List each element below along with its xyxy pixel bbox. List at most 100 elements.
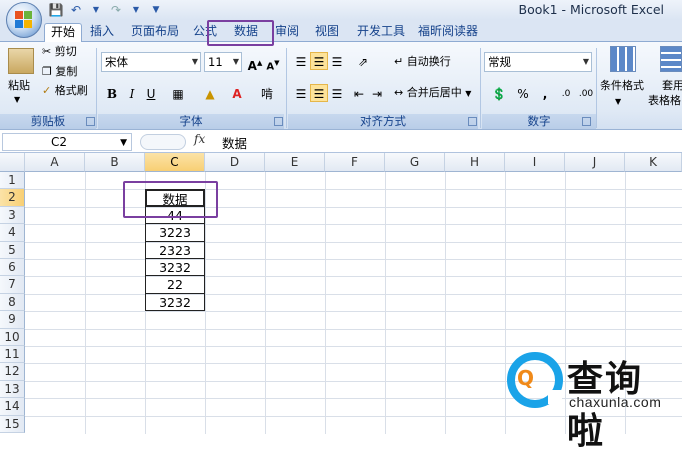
undo-icon[interactable]: ↶ — [68, 2, 84, 18]
row-header[interactable]: 11 — [0, 346, 25, 364]
font-color-icon[interactable]: A — [226, 84, 248, 102]
grow-font-button[interactable]: A▲ — [246, 53, 264, 73]
cell-c8[interactable]: 3232 — [145, 293, 205, 312]
orientation-icon[interactable]: ⇗ — [350, 52, 376, 70]
align-center-icon[interactable]: ☰ — [310, 84, 328, 102]
row-header[interactable]: 6 — [0, 259, 25, 277]
row-header[interactable]: 12 — [0, 363, 25, 381]
conditional-format-button[interactable]: 条件格式 — [600, 78, 644, 94]
tab-review[interactable]: 审阅 — [272, 23, 302, 42]
tab-home[interactable]: 开始 — [44, 23, 82, 43]
row-header[interactable]: 7 — [0, 276, 25, 294]
align-right-icon[interactable]: ☰ — [328, 84, 346, 102]
row-header[interactable]: 15 — [0, 415, 25, 433]
merge-center-label: 合并后居中 — [406, 86, 462, 99]
row-header[interactable]: 5 — [0, 241, 25, 259]
cell-c4[interactable]: 3223 — [145, 224, 205, 242]
number-format-select[interactable]: 常规 ▼ — [484, 52, 592, 72]
formula-cancel-area[interactable] — [140, 134, 186, 150]
decrease-indent-icon[interactable]: ⇤ — [350, 84, 368, 102]
font-size-select[interactable]: 11 ▼ — [204, 52, 242, 72]
wrap-text-button[interactable]: ↵ 自动换行 — [394, 54, 451, 70]
table-format-label-2[interactable]: 表格格 — [648, 93, 681, 109]
font-name-select[interactable]: 宋体 ▼ — [101, 52, 201, 72]
dialog-launcher-icon[interactable] — [582, 117, 591, 126]
row-header[interactable]: 3 — [0, 206, 25, 225]
tab-view[interactable]: 视图 — [310, 23, 344, 42]
ribbon: 粘贴 ▼ ✂ 剪切 ❐ 复制 ✓ 格式刷 剪贴板 宋体 ▼ 11 ▼ A▲ A▼ B… — [0, 42, 682, 130]
align-middle-icon[interactable]: ☰ — [310, 52, 328, 70]
watermark-domain: chaxunla.com — [569, 394, 662, 410]
decrease-decimal-icon[interactable]: .00 — [576, 84, 596, 102]
dialog-launcher-icon[interactable] — [86, 117, 95, 126]
italic-button[interactable]: I — [123, 84, 141, 102]
column-header-b[interactable]: B — [85, 153, 145, 172]
column-header-e[interactable]: E — [265, 153, 325, 172]
select-all-corner[interactable] — [0, 153, 25, 172]
dropdown-icon[interactable]: ▼ — [88, 2, 104, 18]
cut-button[interactable]: ✂ 剪切 — [42, 44, 77, 60]
column-header-c[interactable]: C — [145, 153, 205, 172]
row-header[interactable]: 9 — [0, 311, 25, 329]
cell-highlight — [123, 181, 218, 218]
column-header-f[interactable]: F — [325, 153, 385, 172]
format-painter-label: 格式刷 — [54, 84, 88, 97]
underline-button[interactable]: U — [142, 84, 160, 102]
dropdown-icon[interactable]: ▼ — [128, 2, 144, 18]
column-header-d[interactable]: D — [205, 153, 265, 172]
dialog-launcher-icon[interactable] — [274, 117, 283, 126]
cell-c7[interactable]: 22 — [145, 276, 205, 294]
phonetic-icon[interactable]: 啃 — [254, 84, 280, 102]
shrink-font-button[interactable]: A▼ — [264, 53, 282, 72]
format-painter-button[interactable]: ✓ 格式刷 — [42, 83, 88, 99]
column-header-i[interactable]: I — [505, 153, 565, 172]
column-header-j[interactable]: J — [565, 153, 625, 172]
row-header[interactable]: 8 — [0, 293, 25, 312]
tab-insert[interactable]: 插入 — [86, 23, 118, 42]
chevron-down-icon[interactable]: ▼ — [14, 92, 20, 108]
tab-foxit-reader[interactable]: 福昕阅读器 — [416, 23, 480, 42]
group-separator — [596, 48, 597, 128]
align-top-icon[interactable]: ☰ — [292, 52, 310, 70]
row-header[interactable]: 2 — [0, 189, 25, 207]
table-format-icon[interactable] — [660, 46, 682, 72]
column-header-g[interactable]: G — [385, 153, 445, 172]
formula-input[interactable]: 数据 — [222, 133, 247, 152]
cell-c5[interactable]: 2323 — [145, 241, 205, 259]
chevron-down-icon[interactable]: ▼ — [615, 94, 621, 110]
borders-icon[interactable]: ▦ — [166, 84, 190, 102]
row-header[interactable]: 14 — [0, 398, 25, 416]
office-button[interactable] — [6, 2, 42, 38]
dialog-launcher-icon[interactable] — [468, 117, 477, 126]
currency-icon[interactable]: 💲 — [487, 84, 511, 102]
increase-indent-icon[interactable]: ⇥ — [368, 84, 386, 102]
column-header-a[interactable]: A — [25, 153, 85, 172]
row-header[interactable]: 10 — [0, 328, 25, 346]
percent-button[interactable]: % — [514, 84, 532, 102]
save-icon[interactable]: 💾 — [48, 2, 64, 18]
increase-decimal-icon[interactable]: .0 — [556, 84, 576, 102]
align-left-icon[interactable]: ☰ — [292, 84, 310, 102]
font-size-value: 11 — [208, 55, 223, 69]
redo-icon[interactable]: ↷ — [108, 2, 124, 18]
row-header[interactable]: 4 — [0, 224, 25, 242]
bold-button[interactable]: B — [103, 84, 121, 102]
column-header-h[interactable]: H — [445, 153, 505, 172]
row-header[interactable]: 13 — [0, 380, 25, 399]
cell-c6[interactable]: 3232 — [145, 259, 205, 277]
fill-color-icon[interactable]: ▲ — [198, 84, 222, 102]
align-bottom-icon[interactable]: ☰ — [328, 52, 346, 70]
column-header-k[interactable]: K — [625, 153, 682, 172]
merge-center-button[interactable]: ↔ 合并后居中 ▼ — [394, 85, 471, 102]
tab-page-layout[interactable]: 页面布局 — [126, 23, 184, 42]
paste-icon[interactable] — [8, 48, 34, 74]
insert-function-button[interactable]: fx — [194, 132, 205, 146]
name-box[interactable]: C2 ▼ — [2, 133, 132, 151]
table-format-label-1[interactable]: 套用 — [662, 78, 682, 94]
comma-button[interactable]: , — [536, 84, 554, 102]
customize-qat-icon[interactable]: ▼ — [148, 2, 164, 18]
copy-button[interactable]: ❐ 复制 — [42, 64, 77, 80]
conditional-format-icon[interactable] — [610, 46, 636, 72]
row-header[interactable]: 1 — [0, 172, 25, 190]
tab-developer[interactable]: 开发工具 — [352, 23, 410, 42]
